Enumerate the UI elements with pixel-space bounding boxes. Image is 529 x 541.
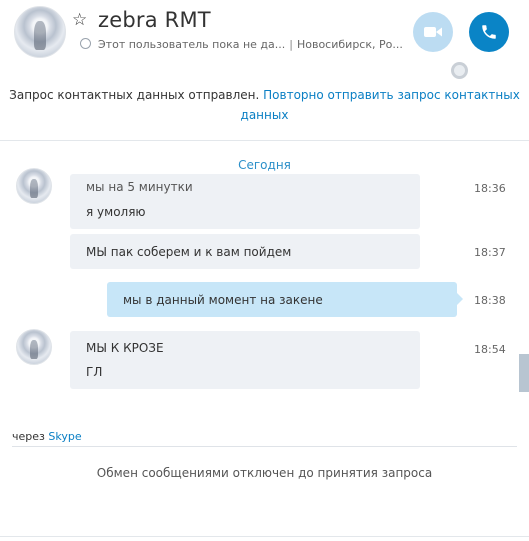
message-text: МЫ К КРОЗЕ <box>86 341 164 355</box>
contact-name[interactable]: zebra RMT <box>98 8 211 32</box>
divider <box>12 446 517 447</box>
status-icon <box>80 38 91 49</box>
status-message: Этот пользователь пока не да... <box>98 38 286 51</box>
message-avatar[interactable] <box>16 168 52 204</box>
contact-status: Этот пользователь пока не да... | Новосиби… <box>98 38 403 51</box>
via-prefix: через <box>12 430 45 443</box>
date-divider: Сегодня <box>238 158 291 172</box>
contact-avatar[interactable] <box>14 6 66 58</box>
message-bubble[interactable]: МЫ пак соберем и к вам пойдем <box>70 234 420 269</box>
message-bubble[interactable]: МЫ К КРОЗЕ ГЛ <box>70 331 420 389</box>
message-time: 18:37 <box>474 246 506 259</box>
message-time: 18:38 <box>474 294 506 307</box>
message-time: 18:36 <box>474 182 506 195</box>
scrollbar-thumb[interactable] <box>519 354 529 392</box>
message-time: 18:54 <box>474 343 506 356</box>
status-separator: | <box>289 38 293 51</box>
divider <box>0 140 529 141</box>
skype-link[interactable]: Skype <box>48 430 81 443</box>
via-skype: через Skype <box>12 430 82 443</box>
star-icon[interactable]: ☆ <box>72 10 87 30</box>
contact-location: Новосибирск, Ро... <box>296 38 403 51</box>
message-text: я умоляю <box>86 205 146 219</box>
audio-call-button[interactable] <box>469 12 509 52</box>
message-text: ГЛ <box>86 365 103 379</box>
message-text: мы на 5 минутки <box>86 180 193 194</box>
bubble-tail <box>457 293 463 305</box>
message-text: мы в данный момент на закене <box>123 293 323 307</box>
conversation-header: ☆ zebra RMT Этот пользователь пока не да… <box>0 0 529 66</box>
video-call-button[interactable] <box>413 12 453 52</box>
messaging-disabled-notice: Обмен сообщениями отключен до принятия з… <box>96 466 433 480</box>
message-bubble[interactable]: мы на 5 минутки я умоляю <box>70 174 420 229</box>
resend-request-link[interactable]: Повторно отправить запрос контактных дан… <box>241 88 520 122</box>
message-text: МЫ пак соберем и к вам пойдем <box>86 245 292 259</box>
phone-icon <box>482 25 496 39</box>
video-camera-icon <box>424 27 442 37</box>
contact-request-notice: Запрос контактных данных отправлен. Повт… <box>0 85 529 125</box>
globe-icon <box>451 62 468 79</box>
divider <box>0 536 529 537</box>
message-avatar[interactable] <box>16 329 52 365</box>
notice-text: Запрос контактных данных отправлен. <box>9 88 260 102</box>
message-bubble-outgoing[interactable]: мы в данный момент на закене <box>107 282 457 317</box>
